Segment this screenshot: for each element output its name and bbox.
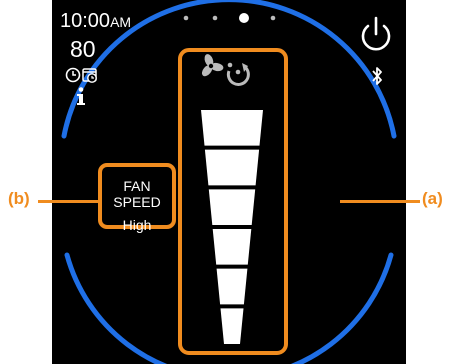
fan-speed-value: High: [122, 217, 152, 233]
page-indicator: [183, 13, 276, 23]
thermostat-screen: 10:00AM 80 FAN SPEED High: [52, 0, 406, 364]
fan-speed-bar-segment[interactable]: [212, 229, 252, 265]
schedule-icons[interactable]: [65, 66, 105, 84]
power-icon[interactable]: [358, 16, 394, 54]
fan-speed-label: FAN SPEED: [113, 178, 161, 210]
fan-speed-bar-segment[interactable]: [204, 149, 260, 186]
callout-a-line: [340, 200, 420, 203]
callout-a-label: (a): [422, 189, 443, 208]
page-dot[interactable]: [183, 15, 189, 21]
clock-icon: [65, 67, 81, 83]
page-dot-active[interactable]: [239, 13, 249, 23]
fan-speed-bar-segment[interactable]: [220, 308, 244, 344]
info-icon[interactable]: [74, 86, 88, 106]
fan-speed-bars[interactable]: [192, 110, 272, 344]
temperature-readout: 80: [70, 36, 96, 62]
bluetooth-icon[interactable]: [370, 66, 384, 86]
page-dot[interactable]: [212, 15, 218, 21]
calendar-clock-icon: [82, 68, 97, 83]
fan-speed-bar-segment[interactable]: [216, 268, 248, 305]
fan-speed-label-box: FAN SPEED High: [98, 163, 176, 233]
fan-rotate-icon[interactable]: [198, 52, 258, 90]
fan-speed-bar-segment[interactable]: [208, 189, 256, 225]
time-value: 10:00: [60, 10, 111, 32]
fan-speed-bar-segment[interactable]: [201, 110, 263, 146]
callout-b-line: [38, 200, 98, 203]
page-dot[interactable]: [270, 15, 276, 21]
time-ampm: AM: [110, 14, 132, 30]
clock-time: 10:00AM: [60, 10, 131, 33]
callout-b-label: (b): [8, 189, 30, 208]
